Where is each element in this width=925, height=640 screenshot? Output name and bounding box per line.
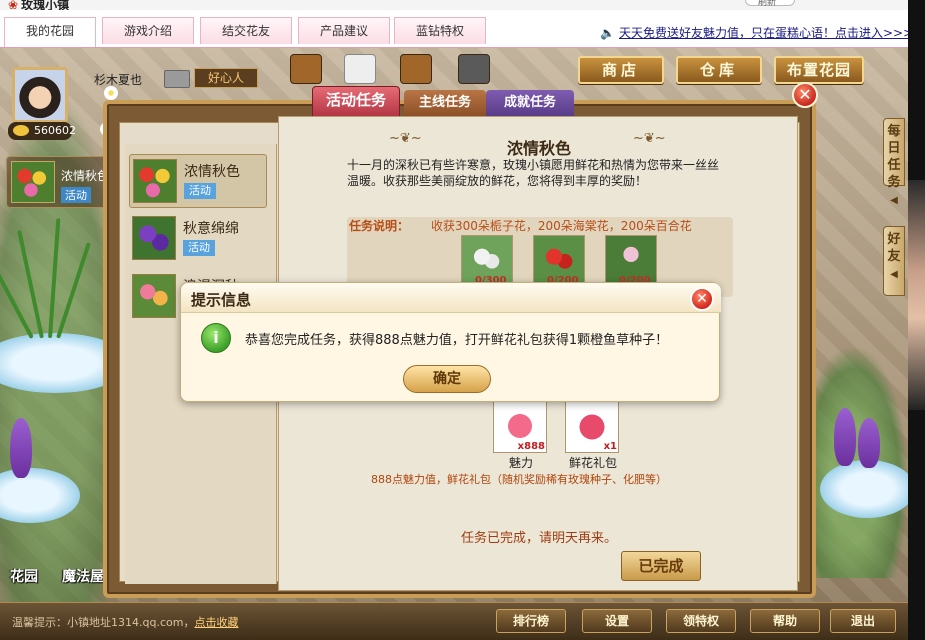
tab-main-tasks[interactable]: 主线任务: [404, 90, 486, 118]
shop-button[interactable]: 商店: [578, 56, 664, 84]
list-item[interactable]: 浓情秋色 活动: [129, 154, 267, 208]
activity-shortcut-name: 浓情秋色: [61, 169, 110, 183]
reward-description: 888点魅力值，鲜花礼包（随机奖励稀有玫瑰种子、化肥等）: [371, 473, 667, 486]
exit-button[interactable]: 退出: [830, 609, 896, 633]
friends-label: 好友: [887, 232, 901, 264]
newspaper-icon[interactable]: [344, 54, 376, 84]
friends-tab[interactable]: 好友 ◀: [883, 226, 905, 296]
help-button[interactable]: 帮助: [750, 609, 820, 633]
violet-thumbnail: [132, 216, 176, 260]
tab-game-intro[interactable]: 游戏介绍: [102, 17, 194, 44]
coin-counter: 560602: [8, 122, 76, 140]
signboard-icon[interactable]: [400, 54, 432, 84]
signature-badge[interactable]: 好心人: [194, 68, 258, 88]
daily-tasks-tab[interactable]: 每日任务 ◀: [883, 118, 905, 206]
reward-label: 鲜花礼包: [569, 456, 618, 470]
rose-bouquet-thumbnail: [132, 274, 176, 318]
decorate-garden-button[interactable]: 布置花园: [774, 56, 864, 84]
task-requirement-text: 收获300朵栀子花，200朵海棠花，200朵百合花: [431, 219, 692, 233]
top-strip: ❀ 玫瑰小镇 刷新: [0, 0, 908, 12]
refresh-pill[interactable]: 刷新: [745, 0, 795, 8]
dialog-close-button[interactable]: ✕: [690, 287, 714, 311]
activity-shortcut-tag: 活动: [61, 187, 91, 203]
flower-pot-right[interactable]: [820, 460, 915, 518]
tab-activity-tasks[interactable]: 活动任务: [312, 86, 400, 118]
tip-text: 温馨提示：小镇地址1314.qq.com，: [12, 616, 195, 629]
purple-flower-plant: [834, 408, 856, 466]
completed-button[interactable]: 已完成: [621, 551, 701, 581]
garden-label[interactable]: 花园: [10, 566, 38, 586]
camera-icon[interactable]: [458, 54, 490, 84]
reward-badge: x888: [517, 441, 545, 452]
right-edge: [908, 0, 925, 640]
marquee-link[interactable]: 天天免费送好友魅力值，只在蛋糕心语！点击进入>>>: [619, 26, 913, 40]
activity-shortcut[interactable]: 浓情秋色 活动: [6, 156, 118, 208]
coin-icon: [13, 125, 29, 136]
game-root: ❀ 玫瑰小镇 刷新 我的花园 游戏介绍 结交花友 产品建议 蓝钻特权 🔈 天天免费送…: [0, 0, 925, 640]
dialog-header: 提示信息 ✕: [181, 283, 721, 313]
info-dialog: 提示信息 ✕ i 恭喜您完成任务，获得888点魅力值，打开鲜花礼包获得1颗橙鱼草…: [180, 282, 721, 402]
dialog-ok-button[interactable]: 确定: [403, 365, 491, 393]
leaderboard-button[interactable]: 排行榜: [496, 609, 566, 633]
daily-tasks-label: 每日任务: [887, 124, 901, 190]
task-title: 浓情秋色: [506, 139, 571, 158]
task-done-text: 任务已完成，请明天再来。: [460, 531, 617, 546]
dialog-title: 提示信息: [191, 291, 252, 309]
nav-bar: 我的花园 游戏介绍 结交花友 产品建议 蓝钻特权 🔈 天天免费送好友魅力值，只在蛋…: [0, 10, 913, 48]
bouquet-thumbnail: [133, 159, 177, 203]
player-name: 杉木夏也: [94, 73, 143, 87]
edge-photo: [908, 180, 925, 410]
list-item-tag: 活动: [183, 240, 215, 256]
gift-box-icon[interactable]: x1: [565, 401, 619, 453]
bottom-bar: 温馨提示：小镇地址1314.qq.com，点击收藏 排行榜 设置 领特权 帮助 …: [0, 602, 908, 640]
purple-flower-plant: [10, 418, 32, 478]
marquee[interactable]: 🔈 天天免费送好友魅力值，只在蛋糕心语！点击进入>>>: [600, 24, 913, 41]
flower-decoration-icon: [104, 86, 118, 100]
list-item-name: 浓情秋色: [184, 164, 240, 180]
magic-house-label[interactable]: 魔法屋: [62, 566, 104, 586]
speaker-icon: 🔈: [600, 26, 615, 40]
task-description: 十一月的深秋已有些许寒意，玫瑰小镇愿用鲜花和热情为您带来一丝丝温暖。收获那些美丽…: [347, 158, 720, 188]
mail-icon[interactable]: [164, 70, 190, 88]
tab-blue-diamond[interactable]: 蓝钻特权: [394, 17, 486, 44]
list-item[interactable]: 秋意绵绵 活动: [129, 212, 267, 266]
bottom-tip: 温馨提示：小镇地址1314.qq.com，点击收藏: [12, 614, 238, 630]
tab-suggestions[interactable]: 产品建议: [298, 17, 390, 44]
tab-my-garden[interactable]: 我的花园: [4, 17, 96, 47]
bookmark-link[interactable]: 点击收藏: [194, 616, 238, 629]
dialog-message: 恭喜您完成任务，获得888点魅力值，打开鲜花礼包获得1颗橙鱼草种子！: [245, 333, 669, 348]
info-icon: i: [201, 323, 231, 353]
panel-close-button[interactable]: ✕: [792, 82, 818, 108]
tab-achievement-tasks[interactable]: 成就任务: [486, 90, 574, 118]
settings-button[interactable]: 设置: [582, 609, 652, 633]
charm-heart-icon[interactable]: x888: [493, 401, 547, 453]
warehouse-button[interactable]: 仓库: [676, 56, 762, 84]
list-item-name: 秋意绵绵: [183, 221, 239, 237]
task-label: 任务说明：: [349, 219, 410, 233]
list-item-tag: 活动: [184, 183, 216, 199]
privilege-button[interactable]: 领特权: [666, 609, 736, 633]
triangle-left-icon: ◀: [890, 195, 898, 206]
tab-make-friends[interactable]: 结交花友: [200, 17, 292, 44]
reward-badge: x1: [603, 441, 617, 452]
purple-flower-plant: [858, 418, 880, 468]
triangle-left-icon: ◀: [890, 269, 898, 280]
reward-label: 魅力: [509, 456, 534, 470]
avatar[interactable]: [12, 67, 68, 123]
coin-amount: 560602: [34, 124, 76, 137]
bouquet-thumbnail: [11, 161, 55, 203]
